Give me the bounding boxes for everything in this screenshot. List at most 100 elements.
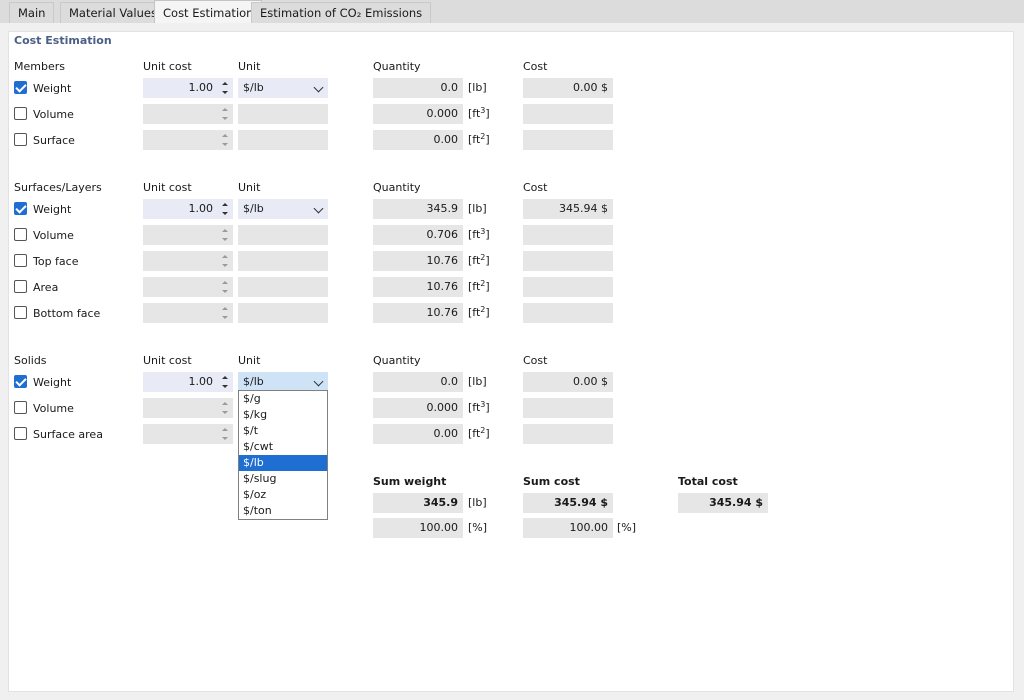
solids-volume-unit-cost-input[interactable] [143,398,233,418]
solids-volume-label: Volume [33,402,74,415]
unit-option-ton[interactable]: $/ton [239,503,327,519]
spinner-icon[interactable] [221,227,229,243]
unit-cost-header: Unit cost [143,354,192,367]
chevron-down-icon [314,377,324,387]
unit-cost-value: 1.00 [189,372,214,392]
tab-cost-estimation[interactable]: Cost Estimation [154,0,262,23]
surfaces-weight-unit-select[interactable]: $/lb [238,199,328,219]
members-volume-checkbox[interactable] [14,107,27,120]
panel-title: Cost Estimation [14,34,112,47]
solids-weight-cost: 0.00 $ [523,372,613,392]
total-cost-label: Total cost [678,475,738,488]
solids-surface-area-cost [523,424,613,444]
members-weight-checkbox[interactable] [14,81,27,94]
unit-value: $/lb [243,372,264,392]
unit-option-slug[interactable]: $/slug [239,471,327,487]
surfaces-top-face-qunit: [ft2] [468,251,490,271]
tab-main[interactable]: Main [9,2,54,23]
solids-surface-area-qunit: [ft2] [468,424,490,444]
spinner-icon[interactable] [221,106,229,122]
members-weight-unit-select[interactable]: $/lb [238,78,328,98]
quantity-value: 0.000 [427,104,459,124]
quantity-header: Quantity [373,60,421,73]
solids-surface-area-unit-cost-input[interactable] [143,424,233,444]
tab-material-values[interactable]: Material Values [60,2,166,23]
tab-co2-emissions[interactable]: Estimation of CO₂ Emissions [251,2,431,23]
solids-volume-qunit: [ft3] [468,398,490,418]
unit-option-lb[interactable]: $/lb [239,455,327,471]
surfaces-area-unit-cost-input[interactable] [143,277,233,297]
surfaces-top-face-unit-select[interactable] [238,251,328,271]
members-volume-unit-select[interactable] [238,104,328,124]
sum-cost-value: 345.94 $ [523,493,613,513]
members-surface-unit-cost-input[interactable] [143,130,233,150]
members-weight-unit-cost-input[interactable]: 1.00 [143,78,233,98]
spinner-icon[interactable] [221,132,229,148]
spinner-icon[interactable] [221,80,229,96]
members-weight-label: Weight [33,82,71,95]
unit-option-t[interactable]: $/t [239,423,327,439]
surfaces-weight-checkbox[interactable] [14,202,27,215]
surfaces-volume-checkbox[interactable] [14,228,27,241]
members-surface-qunit: [ft2] [468,130,490,150]
surfaces-volume-unit-select[interactable] [238,225,328,245]
unit-option-cwt[interactable]: $/cwt [239,439,327,455]
solids-weight-checkbox[interactable] [14,375,27,388]
surfaces-bottom-face-unit-select[interactable] [238,303,328,323]
surfaces-volume-label: Volume [33,229,74,242]
spinner-icon[interactable] [221,426,229,442]
surfaces-area-quantity: 10.76 [373,277,463,297]
spinner-icon[interactable] [221,253,229,269]
spinner-icon[interactable] [221,201,229,217]
spinner-icon[interactable] [221,279,229,295]
weight-percent-text: 100.00 [420,518,459,538]
solids-volume-cost [523,398,613,418]
surfaces-top-face-checkbox[interactable] [14,254,27,267]
solids-weight-quantity: 0.0 [373,372,463,392]
solids-weight-unit-cost-input[interactable]: 1.00 [143,372,233,392]
unit-option-oz[interactable]: $/oz [239,487,327,503]
spinner-icon[interactable] [221,305,229,321]
quantity-value: 10.76 [427,303,459,323]
unit-header: Unit [238,181,260,194]
surfaces-area-unit-select[interactable] [238,277,328,297]
tab-label: Material Values [69,6,157,20]
members-surface-unit-select[interactable] [238,130,328,150]
surfaces-top-face-cost [523,251,613,271]
sum-cost-text: 345.94 $ [554,493,608,513]
sum-weight-unit: [lb] [468,493,487,513]
surfaces-area-checkbox[interactable] [14,280,27,293]
surfaces-volume-unit-cost-input[interactable] [143,225,233,245]
quantity-header: Quantity [373,354,421,367]
solids-section-title: Solids [14,354,47,367]
weight-percent-value: 100.00 [373,518,463,538]
spinner-icon[interactable] [221,374,229,390]
cost-value: 345.94 $ [559,199,608,219]
members-volume-label: Volume [33,108,74,121]
members-section-title: Members [14,60,65,73]
members-surface-checkbox[interactable] [14,133,27,146]
solids-surface-area-checkbox[interactable] [14,427,27,440]
members-volume-unit-cost-input[interactable] [143,104,233,124]
cost-header: Cost [523,181,547,194]
surfaces-top-face-label: Top face [33,255,79,268]
surfaces-bottom-face-checkbox[interactable] [14,306,27,319]
chevron-down-icon [314,83,324,93]
surfaces-bottom-face-unit-cost-input[interactable] [143,303,233,323]
solids-weight-unit-select[interactable]: $/lb [238,372,328,392]
members-surface-label: Surface [33,134,75,147]
surfaces-top-face-unit-cost-input[interactable] [143,251,233,271]
surfaces-weight-unit-cost-input[interactable]: 1.00 [143,199,233,219]
surfaces-area-cost [523,277,613,297]
unit-dropdown-list: $/g $/kg $/t $/cwt $/lb $/slug $/oz $/to… [238,390,328,520]
unit-cost-value: 1.00 [189,78,214,98]
unit-option-kg[interactable]: $/kg [239,407,327,423]
spinner-icon[interactable] [221,400,229,416]
unit-cost-value: 1.00 [189,199,214,219]
unit-option-g[interactable]: $/g [239,391,327,407]
cost-value: 0.00 $ [573,372,608,392]
solids-volume-checkbox[interactable] [14,401,27,414]
cost-percent-text: 100.00 [570,518,609,538]
surfaces-bottom-face-cost [523,303,613,323]
cost-percent-value: 100.00 [523,518,613,538]
